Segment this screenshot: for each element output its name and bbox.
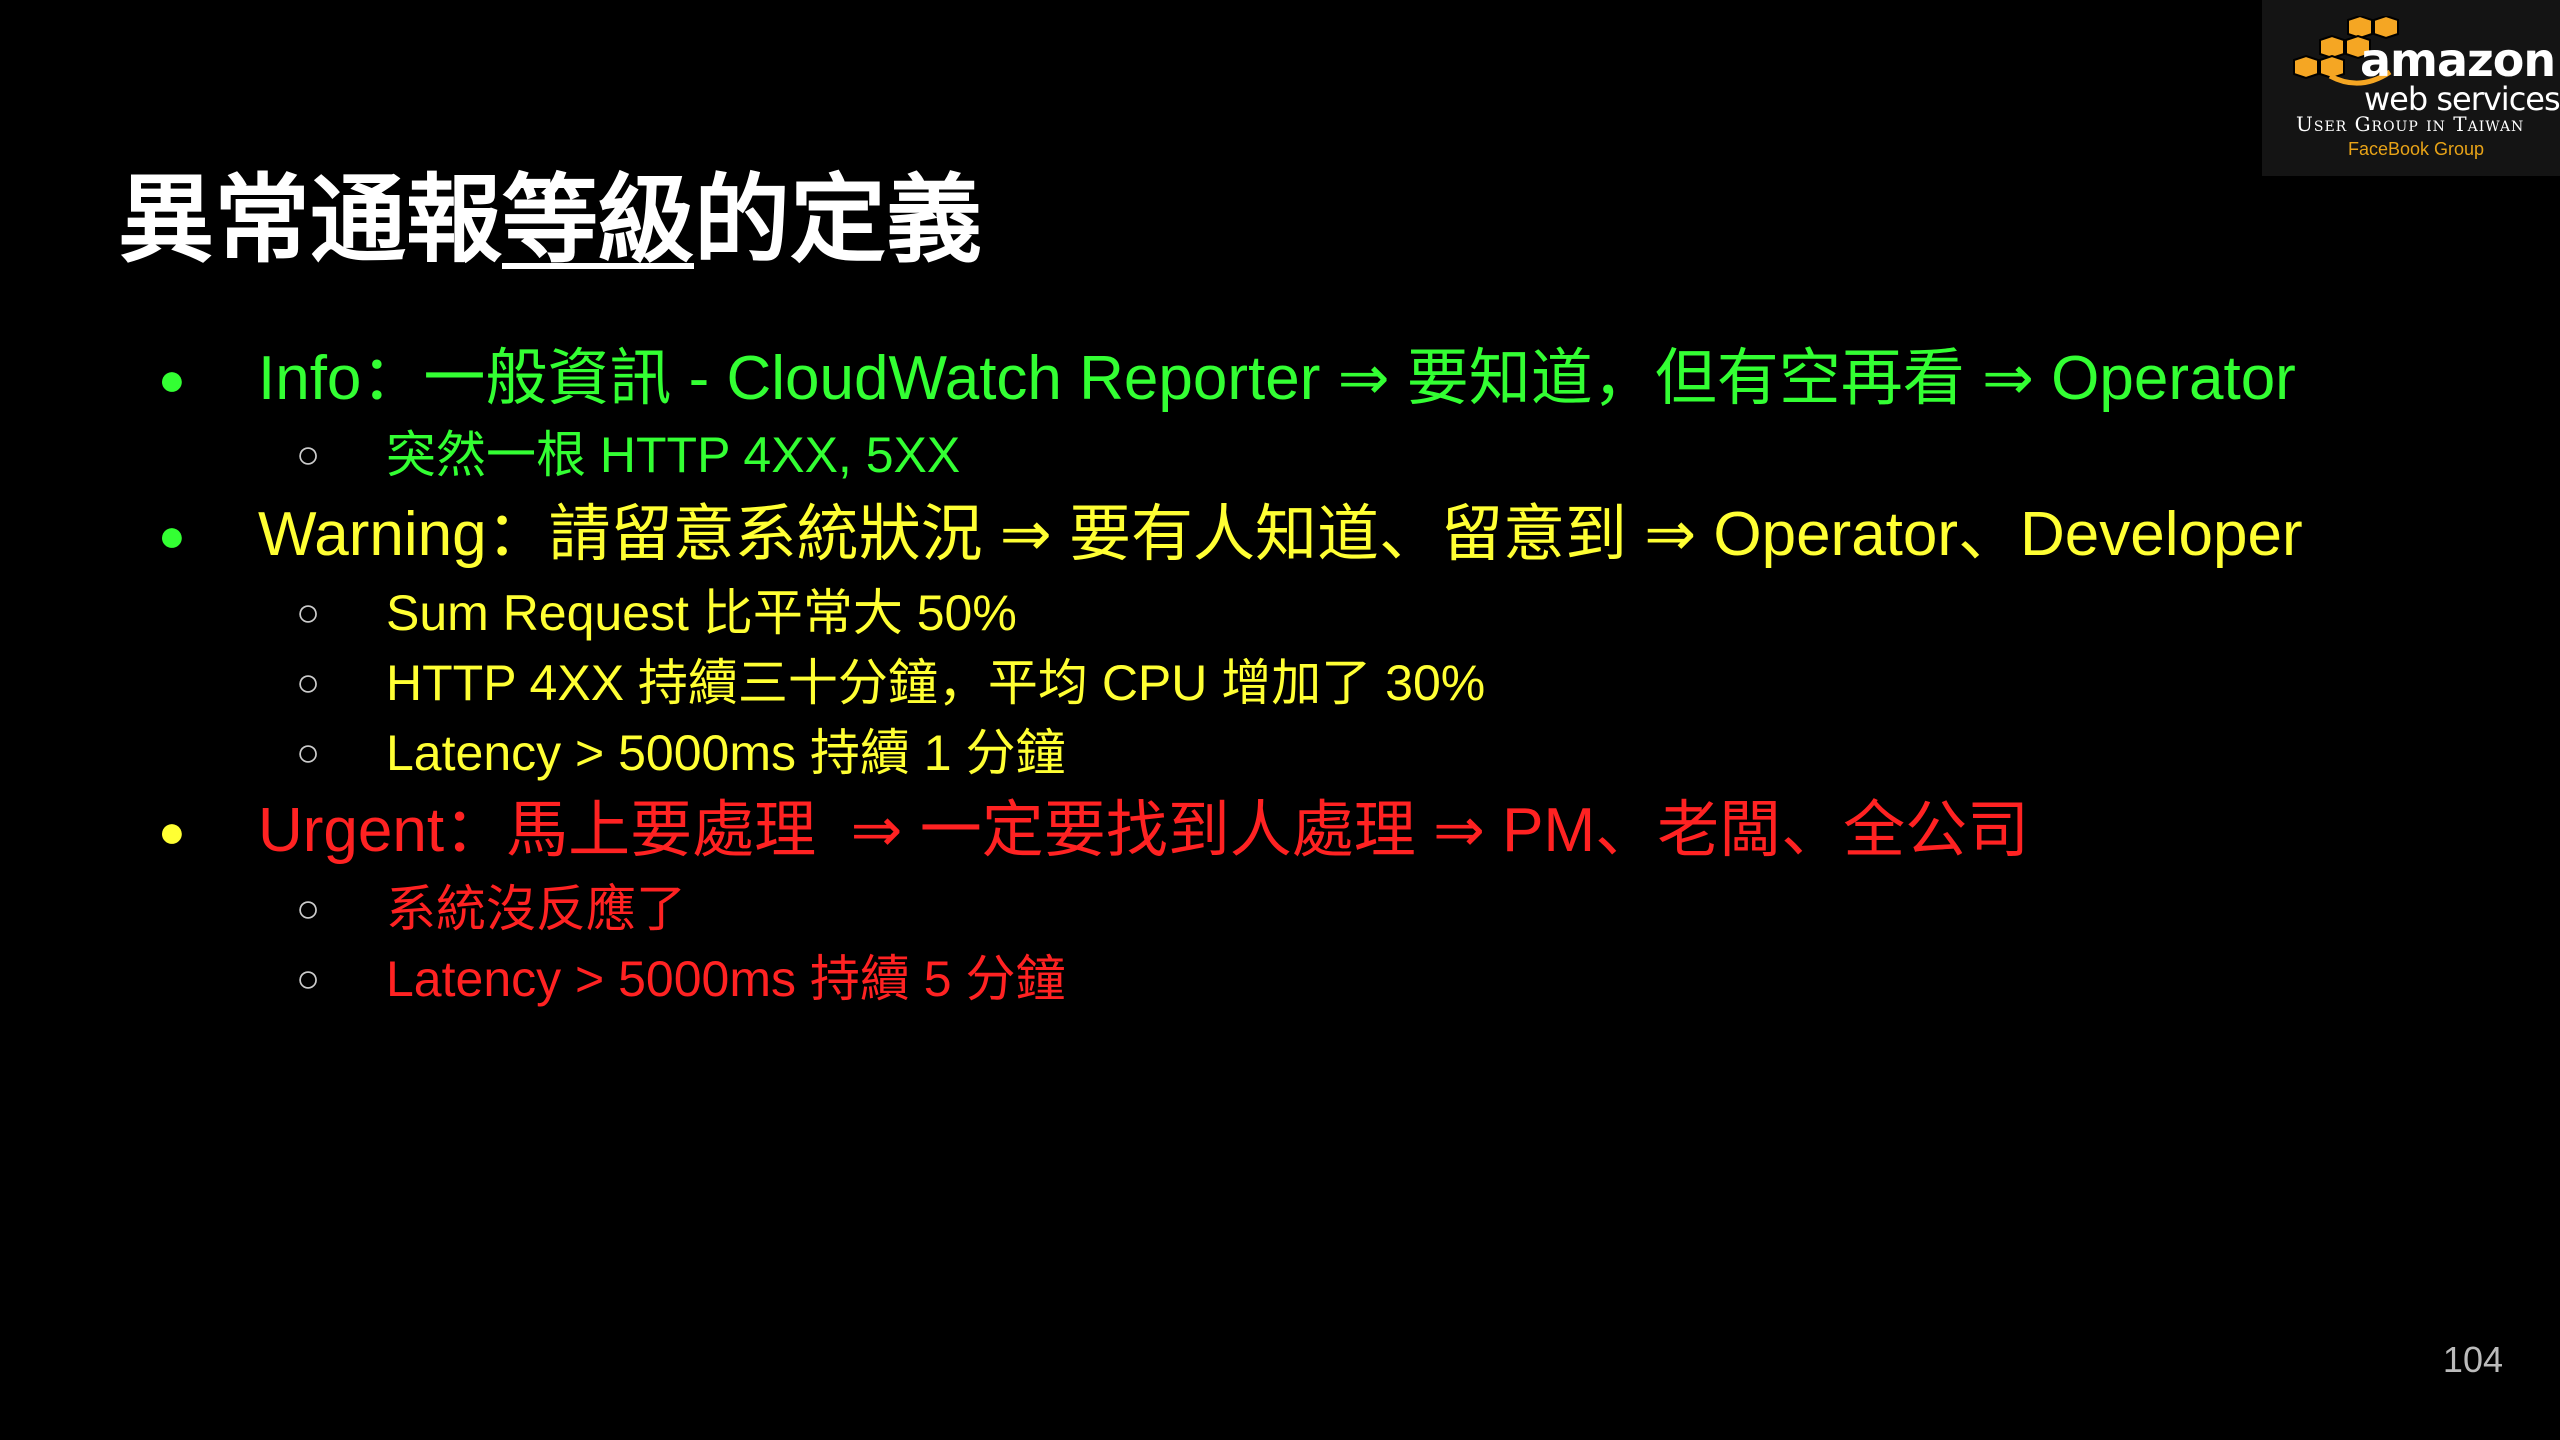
- sub-bullet-marker: ○: [296, 957, 321, 1001]
- sub-bullet-marker: ○: [296, 731, 321, 775]
- sub-bullet-marker: ○: [296, 887, 321, 931]
- logo-usergroup-text: User Group in Taiwan: [2296, 112, 2525, 136]
- logo-webservices-text: web services: [2364, 80, 2560, 118]
- bullet-urgent-text: Urgent：馬上要處理 ⇒ 一定要找到人處理 ⇒ PM、老闆、全公司: [258, 796, 2030, 865]
- sub-bullet-marker: ○: [296, 433, 321, 477]
- bullet-warning-text: Warning：請留意系統狀況 ⇒ 要有人知道、留意到 ⇒ Operator、D…: [258, 500, 2303, 569]
- logo-facebook-group-text: FaceBook Group: [2348, 139, 2485, 159]
- sub-bullet-marker: ○: [296, 661, 321, 705]
- page-number: 104: [2442, 1339, 2503, 1380]
- sub-bullet-urgent-1-text: 系統沒反應了: [386, 881, 686, 937]
- bullet-marker: ●: [158, 353, 186, 405]
- bullet-marker: ●: [158, 509, 186, 561]
- sub-bullet-warning-1-text: Sum Request 比平常大 50%: [386, 585, 1017, 641]
- sub-bullet-warning-3-text: Latency > 5000ms 持續 1 分鐘: [386, 725, 1066, 781]
- logo-amazon-text: amazon: [2360, 33, 2556, 87]
- sub-bullet-urgent-2-text: Latency > 5000ms 持續 5 分鐘: [386, 951, 1066, 1007]
- bullet-info-text: Info：一般資訊 - CloudWatch Reporter ⇒ 要知道，但有…: [258, 344, 2296, 413]
- sub-bullet-info-1-text: 突然一根 HTTP 4XX, 5XX: [386, 427, 961, 483]
- bullet-marker: ●: [158, 805, 186, 857]
- aws-logo: amazon web services User Group in Taiwan…: [2262, 0, 2560, 176]
- sub-bullet-warning-2-text: HTTP 4XX 持續三十分鐘，平均 CPU 增加了 30%: [386, 655, 1486, 711]
- sub-bullet-marker: ○: [296, 591, 321, 635]
- bullet-list: ● Info：一般資訊 - CloudWatch Reporter ⇒ 要知道，…: [0, 0, 2560, 1440]
